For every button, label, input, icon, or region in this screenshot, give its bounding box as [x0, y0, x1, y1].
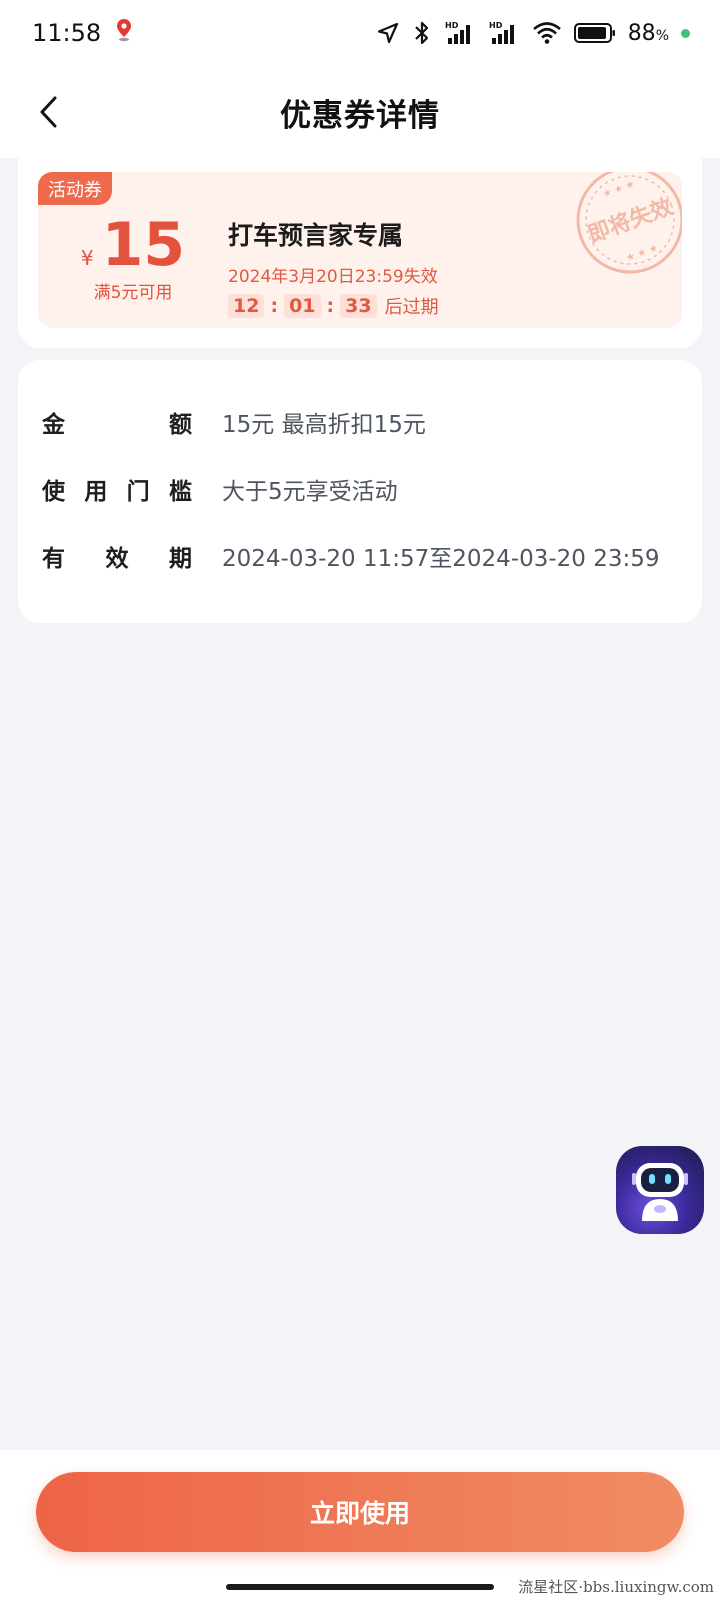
coupon-expire-date: 2024年3月20日23:59失效: [228, 267, 438, 287]
label-char: 额: [169, 411, 192, 438]
currency-symbol: ¥: [80, 246, 94, 270]
detail-row-validity: 有 效 期 2024-03-20 11:57至2024-03-20 23:59: [42, 522, 678, 589]
battery-value: 88: [627, 20, 656, 46]
wifi-icon: [532, 21, 562, 45]
label-char: 门: [126, 478, 150, 505]
back-button[interactable]: [28, 90, 68, 134]
status-bar: 11:58 HD HD 88%: [0, 0, 720, 66]
coupon-type-tag: 活动券: [38, 172, 112, 205]
coupon-details-card: 金 额 15元 最高折扣15元 使 用 门 槛 大于5元享受活动 有 效 期 2…: [18, 360, 702, 623]
watermark: 流星社区·bbs.liuxingw.com: [518, 1578, 714, 1596]
home-indicator[interactable]: [226, 1584, 494, 1590]
detail-value-threshold: 大于5元享受活动: [222, 478, 398, 505]
navigation-arrow-icon: [376, 21, 400, 45]
coupon-ticket: 活动券 ¥ 15 满5元可用 打车预言家专属 2024年3月20日23:59失效…: [38, 172, 682, 328]
coupon-name: 打车预言家专属: [228, 221, 404, 250]
stamp-text: 即将失效: [585, 194, 677, 249]
nav-bar: 优惠券详情: [0, 66, 720, 158]
detail-row-amount: 金 额 15元 最高折扣15元: [42, 388, 678, 455]
countdown-hours: 12: [228, 294, 265, 318]
detail-row-threshold: 使 用 门 槛 大于5元享受活动: [42, 455, 678, 522]
label-char: 有: [42, 545, 65, 572]
signal-hd-icon: HD: [444, 20, 476, 46]
label-char: 金: [42, 411, 65, 438]
countdown-separator: :: [326, 295, 335, 317]
expiring-soon-stamp-icon: 即将失效 ★ ★ ★ ★ ★ ★: [570, 172, 682, 284]
label-char: 用: [84, 478, 108, 505]
status-time: 11:58: [32, 19, 102, 47]
signal-hd-icon: HD: [488, 20, 520, 46]
countdown-separator: :: [270, 295, 279, 317]
coupon-info: 打车预言家专属 2024年3月20日23:59失效 12 : 01 : 33 后…: [228, 216, 439, 319]
label-char: 效: [105, 545, 129, 572]
bluetooth-icon: [412, 20, 432, 46]
svg-text:★ ★ ★: ★ ★ ★: [625, 242, 660, 264]
svg-text:HD: HD: [489, 21, 503, 30]
countdown-suffix: 后过期: [384, 297, 439, 318]
use-now-button[interactable]: 立即使用: [36, 1472, 684, 1552]
countdown-minutes: 01: [284, 294, 321, 318]
detail-value-validity: 2024-03-20 11:57至2024-03-20 23:59: [222, 545, 660, 572]
label-char: 槛: [168, 478, 192, 505]
detail-value-amount: 15元 最高折扣15元: [222, 411, 426, 438]
coupon-card: 活动券 ¥ 15 满5元可用 打车预言家专属 2024年3月20日23:59失效…: [18, 158, 702, 348]
countdown-seconds: 33: [340, 294, 377, 318]
privacy-indicator-dot: [681, 28, 690, 38]
battery-unit: %: [655, 27, 669, 44]
label-char: 期: [169, 545, 192, 572]
status-right: HD HD 88%: [376, 20, 690, 46]
detail-label-threshold: 使 用 门 槛: [42, 472, 192, 506]
svg-text:HD: HD: [445, 21, 459, 30]
label-char: 使: [42, 478, 65, 505]
coupon-amount: 15: [101, 210, 186, 280]
detail-label-validity: 有 效 期: [42, 539, 192, 573]
price-line: ¥ 15: [78, 214, 188, 276]
chevron-left-icon: [40, 96, 57, 128]
countdown-timer: 12 : 01 : 33 后过期: [228, 293, 439, 319]
battery-icon: [573, 22, 616, 44]
coupon-price: ¥ 15 满5元可用: [78, 214, 188, 303]
detail-label-amount: 金 额: [42, 405, 192, 439]
page-title: 优惠券详情: [280, 97, 440, 134]
status-left: 11:58: [32, 18, 133, 48]
robot-assistant-icon: [632, 1163, 688, 1221]
location-pin-icon: [115, 18, 133, 48]
battery-level: 88%: [628, 21, 669, 46]
coupon-threshold: 满5元可用: [93, 283, 173, 303]
assistant-button[interactable]: [616, 1146, 704, 1234]
